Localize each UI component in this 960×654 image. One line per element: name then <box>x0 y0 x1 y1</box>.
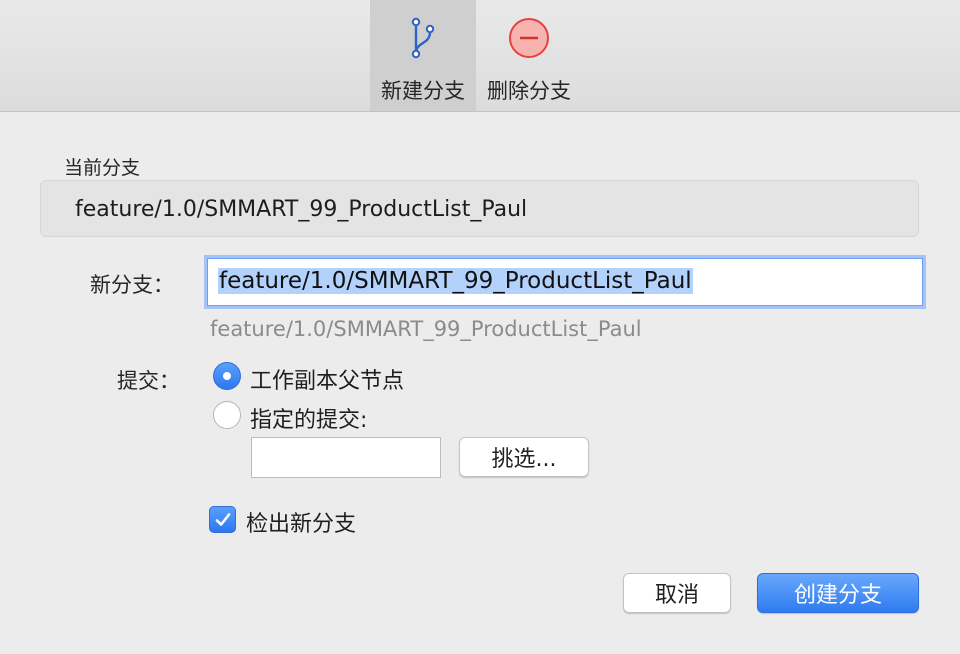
working-copy-parent-radio[interactable] <box>213 362 241 390</box>
new-branch-input[interactable]: feature/1.0/SMMART_99_ProductList_Paul <box>207 258 923 306</box>
specified-commit-radio[interactable] <box>213 401 241 429</box>
specified-commit-label[interactable]: 指定的提交: <box>250 402 367 434</box>
checkout-label[interactable]: 检出新分支 <box>246 506 356 538</box>
cancel-button[interactable]: 取消 <box>623 573 731 613</box>
new-branch-label: 新分支： <box>90 273 174 297</box>
delete-branch-tab[interactable]: 删除分支 <box>476 0 582 111</box>
current-branch-value: feature/1.0/SMMART_99_ProductList_Paul <box>75 197 528 222</box>
delete-branch-tab-label: 删除分支 <box>487 79 571 103</box>
branch-icon <box>399 14 447 62</box>
new-branch-tab-label: 新建分支 <box>381 79 465 103</box>
commit-input[interactable] <box>251 437 441 478</box>
toolbar: 新建分支 删除分支 <box>0 0 960 112</box>
checkmark-icon <box>215 512 230 526</box>
working-copy-parent-label[interactable]: 工作副本父节点 <box>250 363 404 395</box>
current-branch-label: 当前分支 <box>64 157 141 179</box>
new-branch-input-value: feature/1.0/SMMART_99_ProductList_Paul <box>218 268 693 294</box>
checkout-checkbox[interactable] <box>209 506 236 533</box>
new-branch-tab[interactable]: 新建分支 <box>370 0 476 111</box>
commit-label: 提交： <box>117 369 180 393</box>
minus-circle-icon <box>505 14 553 62</box>
pick-commit-button[interactable]: 挑选... <box>459 437 589 477</box>
current-branch-field: feature/1.0/SMMART_99_ProductList_Paul <box>40 180 919 237</box>
new-branch-hint: feature/1.0/SMMART_99_ProductList_Paul <box>210 317 642 341</box>
create-branch-button[interactable]: 创建分支 <box>757 573 919 613</box>
